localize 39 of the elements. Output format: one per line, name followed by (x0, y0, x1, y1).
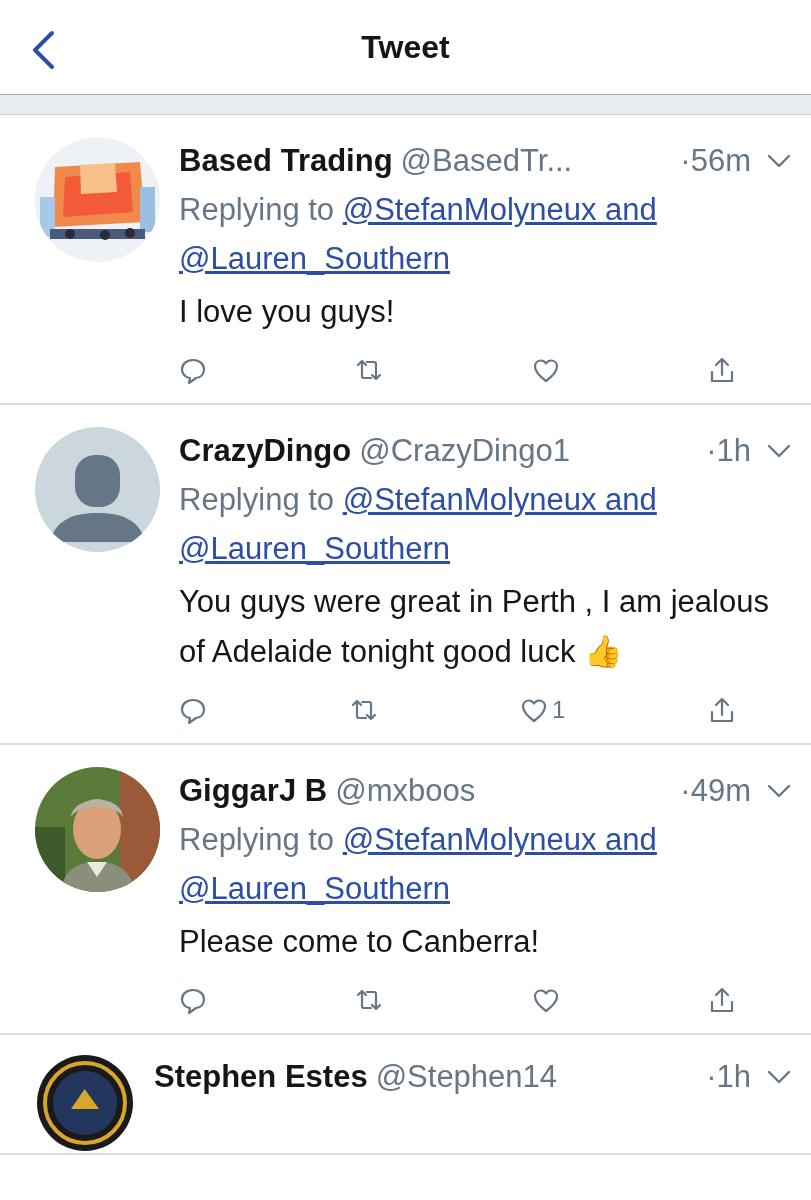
mention-link[interactable]: @StefanMolyneux and (342, 192, 657, 227)
chevron-down-icon[interactable] (767, 1070, 791, 1084)
like-icon[interactable] (531, 986, 560, 1014)
chevron-down-icon[interactable] (767, 444, 791, 458)
reply-icon[interactable] (179, 986, 207, 1014)
reply-icon[interactable] (179, 356, 207, 384)
author-handle: @mxboos (335, 772, 476, 810)
tweet-text: You guys were great in Perth , I am jealous of Adelaide tonight good luck 👍 (179, 583, 770, 671)
like-icon[interactable] (531, 356, 560, 384)
author-name[interactable]: GiggarJ B (179, 767, 328, 815)
tweet-text: Please come to Canberra! (179, 923, 541, 961)
mention-link[interactable]: @Lauren_Southern (179, 531, 451, 566)
tweet-time: ·56m (680, 142, 751, 180)
mention-link[interactable]: @Lauren_Southern (179, 241, 451, 276)
reply-icon[interactable] (179, 696, 207, 724)
back-icon[interactable] (30, 30, 56, 70)
replying-label: Replying to (179, 822, 335, 857)
mention-link[interactable]: @StefanMolyneux and (342, 822, 657, 857)
mention-link[interactable]: @Lauren_Southern (179, 871, 451, 906)
author-handle: @CrazyDingo1 (359, 432, 570, 470)
author-handle: @Stephen14 (375, 1058, 558, 1096)
tweet-time: ·1h (706, 1058, 751, 1096)
replying-label: Replying to (179, 482, 335, 517)
tweet-time: ·49m (680, 772, 751, 810)
author-name[interactable]: CrazyDingo (179, 427, 352, 475)
like-button[interactable]: 1 (520, 696, 566, 724)
tweet-text: I love you guys! (179, 293, 396, 331)
author-handle: @BasedTr... (400, 142, 573, 180)
mention-link[interactable]: @StefanMolyneux and (342, 482, 657, 517)
author-name[interactable]: Based Trading (179, 137, 393, 185)
share-icon[interactable] (708, 696, 736, 724)
chevron-down-icon[interactable] (767, 784, 791, 798)
tweet-time: ·1h (706, 432, 751, 470)
chevron-down-icon[interactable] (767, 154, 791, 168)
share-icon[interactable] (708, 986, 736, 1014)
replying-label: Replying to (179, 192, 335, 227)
page-title: Tweet (361, 28, 450, 67)
author-name[interactable]: Stephen Estes (154, 1053, 368, 1101)
share-icon[interactable] (708, 356, 736, 384)
